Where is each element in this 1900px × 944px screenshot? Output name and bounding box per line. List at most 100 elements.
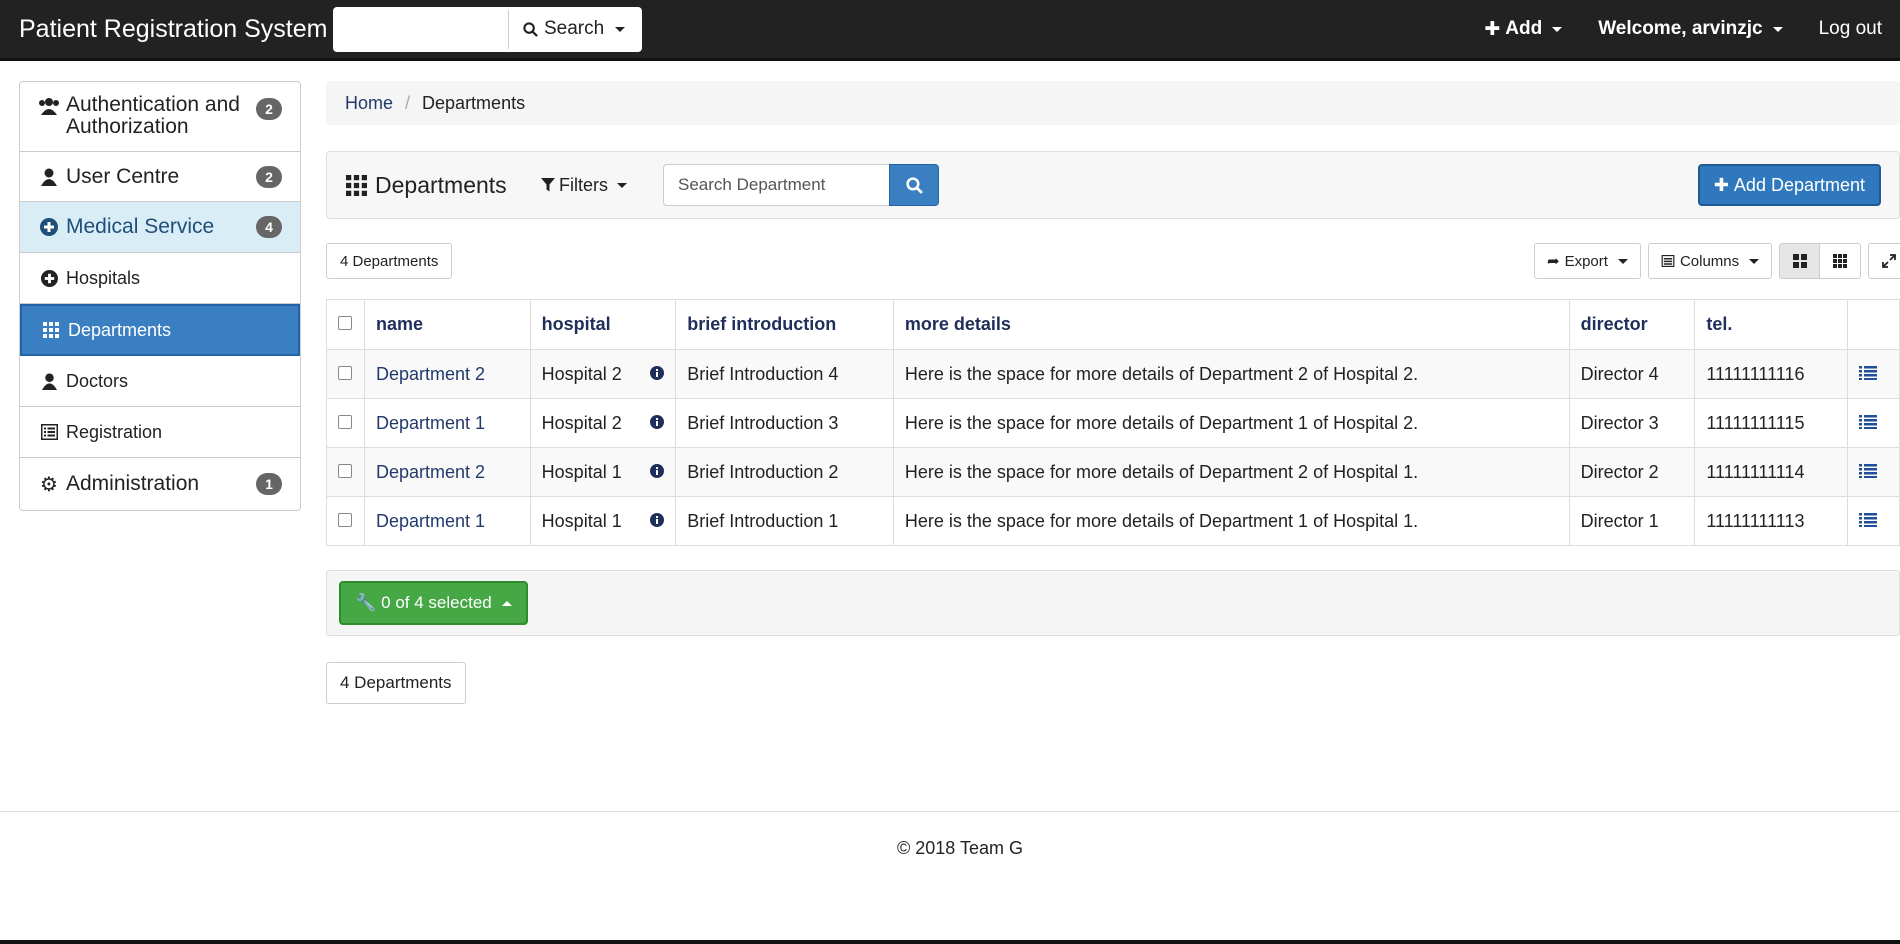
count-badge: 4 <box>256 216 282 238</box>
department-link[interactable]: Department 2 <box>376 462 485 482</box>
cell-director: Director 3 <box>1568 398 1696 448</box>
user-icon <box>38 372 60 390</box>
row-select-cell <box>326 398 365 448</box>
search-icon <box>905 176 923 194</box>
cell-details: Here is the space for more details of De… <box>892 398 1570 448</box>
cell-brief: Brief Introduction 4 <box>675 349 894 399</box>
column-header-hospital[interactable]: hospital <box>529 299 677 350</box>
hospital-value: Hospital 1 <box>541 510 622 531</box>
department-search-input[interactable] <box>663 164 889 206</box>
department-search <box>663 164 939 206</box>
view-toggle <box>1779 243 1862 279</box>
sidebar-item-doctors[interactable]: Doctors <box>20 356 300 407</box>
sidebar-item-administration[interactable]: ⚙ Administration 1 <box>20 458 300 510</box>
breadcrumb-home[interactable]: Home <box>345 93 393 114</box>
cell-brief: Brief Introduction 3 <box>675 398 894 448</box>
count-badge: 2 <box>256 165 282 188</box>
logout-link[interactable]: Log out <box>1801 0 1900 58</box>
global-search-input[interactable] <box>336 9 508 49</box>
info-circle-icon[interactable] <box>650 413 665 434</box>
grid-icon <box>346 174 367 196</box>
sidebar-item-label: Administration <box>66 472 200 495</box>
user-menu[interactable]: Welcome, arvinzjc <box>1580 0 1800 58</box>
columns-button[interactable]: Columns <box>1647 243 1773 279</box>
cell-actions <box>1847 496 1900 546</box>
count-badge: 2 <box>256 98 282 120</box>
fullscreen-button[interactable] <box>1868 243 1900 279</box>
row-checkbox[interactable] <box>338 512 352 527</box>
hospital-value: Hospital 1 <box>541 461 622 482</box>
hospital-value: Hospital 2 <box>541 363 622 384</box>
row-select-cell <box>326 496 365 546</box>
bulk-actions-label: 0 of 4 selected <box>381 593 492 612</box>
add-menu[interactable]: ✚ Add <box>1466 0 1580 58</box>
sidebar-item-label: Authentication and Authorization <box>66 93 240 138</box>
info-circle-icon[interactable] <box>650 364 665 385</box>
search-icon <box>523 21 538 37</box>
th-icon <box>1833 254 1848 268</box>
sidebar-item-hospitals[interactable]: Hospitals <box>20 253 300 304</box>
column-header-brief[interactable]: brief introduction <box>675 299 894 350</box>
cell-brief: Brief Introduction 1 <box>675 496 894 546</box>
chevron-down-icon <box>617 182 627 188</box>
chevron-down-icon <box>1552 26 1563 32</box>
table-row: Department 1 Hospital 2 Brief Introducti… <box>326 398 1900 448</box>
nav-right: ✚ Add Welcome, arvinzjc Log out <box>1466 0 1900 58</box>
department-link[interactable]: Department 1 <box>376 511 485 531</box>
export-button[interactable]: ➦ Export <box>1534 243 1641 279</box>
row-select-cell <box>326 349 365 399</box>
sidebar-item-departments[interactable]: Departments <box>20 304 300 356</box>
result-count-top[interactable]: 4 Departments <box>326 243 453 279</box>
sidebar-item-authentication[interactable]: Authentication and Authorization 2 <box>20 82 300 152</box>
department-link[interactable]: Department 2 <box>376 364 485 384</box>
row-checkbox[interactable] <box>338 414 352 429</box>
column-header-tel[interactable]: tel. <box>1694 299 1849 350</box>
cell-name: Department 2 <box>363 349 531 399</box>
cell-brief: Brief Introduction 2 <box>675 447 894 497</box>
filters-dropdown[interactable]: Filters <box>541 175 663 196</box>
column-header-name[interactable]: name <box>363 299 531 350</box>
row-menu-icon[interactable] <box>1859 364 1878 384</box>
breadcrumb-current: Departments <box>422 92 526 113</box>
row-checkbox[interactable] <box>338 463 352 478</box>
cell-hospital: Hospital 2 <box>529 349 677 399</box>
sidebar-item-medical-service[interactable]: Medical Service 4 <box>20 202 300 253</box>
page-title-label: Departments <box>375 171 507 198</box>
cell-director: Director 1 <box>1568 496 1696 546</box>
row-menu-icon[interactable] <box>1859 462 1878 482</box>
add-department-button[interactable]: ✚ Add Department <box>1697 164 1881 206</box>
select-all-cell <box>326 299 365 350</box>
cell-tel: 11111111114 <box>1694 447 1849 497</box>
department-search-button[interactable] <box>889 164 939 206</box>
result-count-bottom[interactable]: 4 Departments <box>326 662 466 704</box>
expand-icon <box>1881 254 1896 268</box>
column-header-director[interactable]: director <box>1568 299 1696 350</box>
column-header-details[interactable]: more details <box>892 299 1570 350</box>
brand-title[interactable]: Patient Registration System <box>19 15 331 44</box>
large-grid-view-button[interactable] <box>1779 243 1821 279</box>
cell-tel: 11111111116 <box>1694 349 1849 399</box>
row-menu-icon[interactable] <box>1859 511 1878 531</box>
info-circle-icon[interactable] <box>650 511 665 532</box>
select-all-checkbox[interactable] <box>338 316 352 330</box>
global-search-button[interactable]: Search <box>508 9 640 49</box>
department-link[interactable]: Department 1 <box>376 413 485 433</box>
table-row: Department 2 Hospital 2 Brief Introducti… <box>326 349 1900 399</box>
row-checkbox[interactable] <box>338 365 352 380</box>
cell-actions <box>1847 349 1900 399</box>
bulk-actions-button[interactable]: 🔧 0 of 4 selected <box>339 581 528 625</box>
filter-icon <box>541 178 555 192</box>
cell-details: Here is the space for more details of De… <box>892 447 1570 497</box>
th-large-icon <box>1792 254 1807 268</box>
sidebar-item-user-centre[interactable]: User Centre 2 <box>20 152 300 202</box>
plus-circle-icon <box>38 218 60 236</box>
small-grid-view-button[interactable] <box>1820 243 1862 279</box>
cell-details: Here is the space for more details of De… <box>892 349 1570 399</box>
info-circle-icon[interactable] <box>650 462 665 483</box>
cell-name: Department 1 <box>363 496 531 546</box>
cell-tel: 11111111113 <box>1694 496 1849 546</box>
row-menu-icon[interactable] <box>1859 413 1878 433</box>
sidebar-item-registration[interactable]: Registration <box>20 407 300 458</box>
cell-tel: 11111111115 <box>1694 398 1849 448</box>
table-header-row: name hospital brief introduction more de… <box>326 299 1900 350</box>
